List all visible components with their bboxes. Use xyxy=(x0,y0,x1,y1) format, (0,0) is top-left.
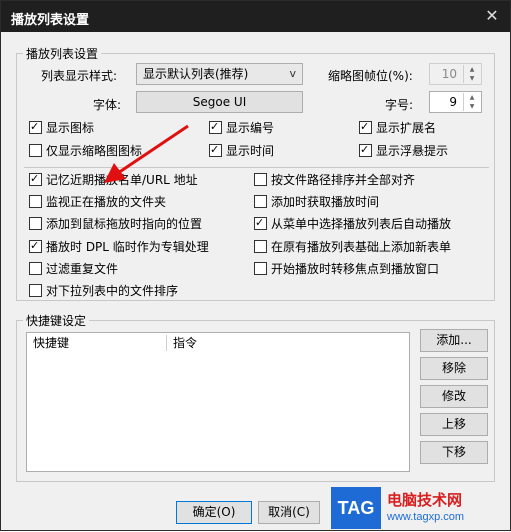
thumb-frame-value: 10 xyxy=(441,67,457,81)
checkbox-label: 过滤重复文件 xyxy=(46,261,119,276)
checkbox-empty-icon[interactable] xyxy=(29,261,42,275)
column-header-command[interactable]: 指令 xyxy=(173,333,373,353)
font-size-spinner[interactable]: 9 ▲ ▼ xyxy=(429,91,482,113)
checkbox-label: 开始播放时转移焦点到播放窗口 xyxy=(271,261,440,276)
checkbox-label: 显示扩展名 xyxy=(376,121,437,135)
dialog-window: 播放列表设置 ✕ 播放列表设置 列表显示样式: 显示默认列表(推荐) v 缩略图… xyxy=(0,0,511,531)
checkbox-label: 在原有播放列表基础上添加新表单 xyxy=(271,239,452,254)
checkbox-checked-icon[interactable] xyxy=(29,238,42,253)
checkbox-empty-icon[interactable] xyxy=(29,195,42,209)
window-title: 播放列表设置 xyxy=(11,13,90,28)
checkbox-empty-icon[interactable] xyxy=(29,144,42,157)
checkbox-label: 显示时间 xyxy=(226,144,275,158)
checkbox-option[interactable]: 播放时 DPL 临时作为专辑处理 xyxy=(29,238,209,256)
edit-shortcut-button[interactable]: 修改 xyxy=(420,385,488,408)
display-style-select[interactable]: 显示默认列表(推荐) v xyxy=(136,63,303,85)
column-divider xyxy=(166,335,167,351)
remove-shortcut-button[interactable]: 移除 xyxy=(420,357,488,380)
cancel-button[interactable]: 取消(C) xyxy=(258,501,320,524)
checkbox-checked-icon[interactable] xyxy=(29,119,42,134)
checkbox-option[interactable]: 在原有播放列表基础上添加新表单 xyxy=(254,239,452,256)
checkbox-empty-icon[interactable] xyxy=(29,284,42,297)
checkbox-label: 添加到鼠标拖放时指向的位置 xyxy=(46,217,203,232)
font-size-label: 字号: xyxy=(385,98,414,112)
checkbox-empty-icon[interactable] xyxy=(29,217,42,231)
checkbox-option[interactable]: 对下拉列表中的文件排序 xyxy=(29,284,178,300)
display-style-value: 显示默认列表(推荐) xyxy=(143,67,249,81)
move-down-button[interactable]: 下移 xyxy=(420,441,488,464)
checkbox-empty-icon[interactable] xyxy=(254,195,267,209)
checkbox-empty-icon[interactable] xyxy=(254,239,267,253)
close-icon[interactable]: ✕ xyxy=(482,6,502,26)
checkbox-label: 显示图标 xyxy=(46,121,95,135)
checkbox-option[interactable]: 显示编号 xyxy=(209,119,275,137)
checkbox-checked-icon[interactable] xyxy=(29,171,42,186)
checkbox-label: 监视正在播放的文件夹 xyxy=(46,195,167,210)
checkbox-option[interactable]: 添加到鼠标拖放时指向的位置 xyxy=(29,217,202,233)
checkbox-empty-icon[interactable] xyxy=(254,173,267,186)
watermark-tag: TAG xyxy=(331,487,381,529)
spin-arrows-icon[interactable]: ▲ ▼ xyxy=(463,93,480,111)
shortcut-legend: 快捷键设定 xyxy=(26,314,87,328)
thumb-frame-label: 缩略图帧位(%): xyxy=(328,69,413,83)
checkbox-label: 按文件路径排序并全部对齐 xyxy=(271,173,416,187)
font-button[interactable]: Segoe UI xyxy=(136,91,303,113)
checkbox-option[interactable]: 按文件路径排序并全部对齐 xyxy=(254,173,415,189)
font-label: 字体: xyxy=(93,98,122,112)
ok-button[interactable]: 确定(O) xyxy=(176,501,252,524)
checkbox-option[interactable]: 过滤重复文件 xyxy=(29,261,119,278)
checkbox-label: 添加时获取播放时间 xyxy=(271,195,380,210)
checkbox-option[interactable]: 开始播放时转移焦点到播放窗口 xyxy=(254,261,440,278)
checkbox-empty-icon[interactable] xyxy=(254,261,267,275)
checkbox-checked-icon[interactable] xyxy=(209,142,222,157)
watermark-text: 电脑技术网 xyxy=(387,491,463,509)
playlist-settings-legend: 播放列表设置 xyxy=(26,47,99,61)
red-arrow-annotation xyxy=(104,124,189,183)
checkbox-label: 播放时 DPL 临时作为专辑处理 xyxy=(46,239,209,254)
title-bar[interactable]: 播放列表设置 ✕ xyxy=(1,1,510,32)
checkbox-checked-icon[interactable] xyxy=(254,215,267,231)
checkbox-label: 显示浮悬提示 xyxy=(376,144,449,158)
move-up-button[interactable]: 上移 xyxy=(420,413,488,436)
checkbox-label: 对下拉列表中的文件排序 xyxy=(46,284,179,298)
group-separator xyxy=(24,167,489,168)
checkbox-label: 显示编号 xyxy=(226,121,275,135)
checkbox-option[interactable]: 显示图标 xyxy=(29,119,95,137)
checkbox-option[interactable]: 添加时获取播放时间 xyxy=(254,195,379,211)
font-size-value: 9 xyxy=(449,95,457,109)
column-header-shortcut[interactable]: 快捷键 xyxy=(33,333,163,353)
thumb-frame-spinner[interactable]: 10 ▲ ▼ xyxy=(429,63,482,85)
checkbox-checked-icon[interactable] xyxy=(209,119,222,134)
display-style-label: 列表显示样式: xyxy=(41,69,118,83)
checkbox-label: 从菜单中选择播放列表后自动播放 xyxy=(271,217,452,232)
shortcut-list[interactable]: 快捷键 指令 xyxy=(26,332,410,472)
watermark-logo: TAG 电脑技术网 www.tagxp.com xyxy=(331,481,511,532)
checkbox-option[interactable]: 从菜单中选择播放列表后自动播放 xyxy=(254,215,452,233)
spin-arrows-icon[interactable]: ▲ ▼ xyxy=(463,65,480,83)
checkbox-checked-icon[interactable] xyxy=(359,142,372,157)
watermark-url: www.tagxp.com xyxy=(387,511,465,523)
add-shortcut-button[interactable]: 添加... xyxy=(420,329,488,352)
checkbox-option[interactable]: 显示浮悬提示 xyxy=(359,142,449,160)
checkbox-option[interactable]: 监视正在播放的文件夹 xyxy=(29,195,166,211)
checkbox-checked-icon[interactable] xyxy=(359,119,372,134)
chevron-down-icon: v xyxy=(289,67,296,80)
checkbox-option[interactable]: 显示扩展名 xyxy=(359,119,437,137)
checkbox-option[interactable]: 显示时间 xyxy=(209,142,275,160)
